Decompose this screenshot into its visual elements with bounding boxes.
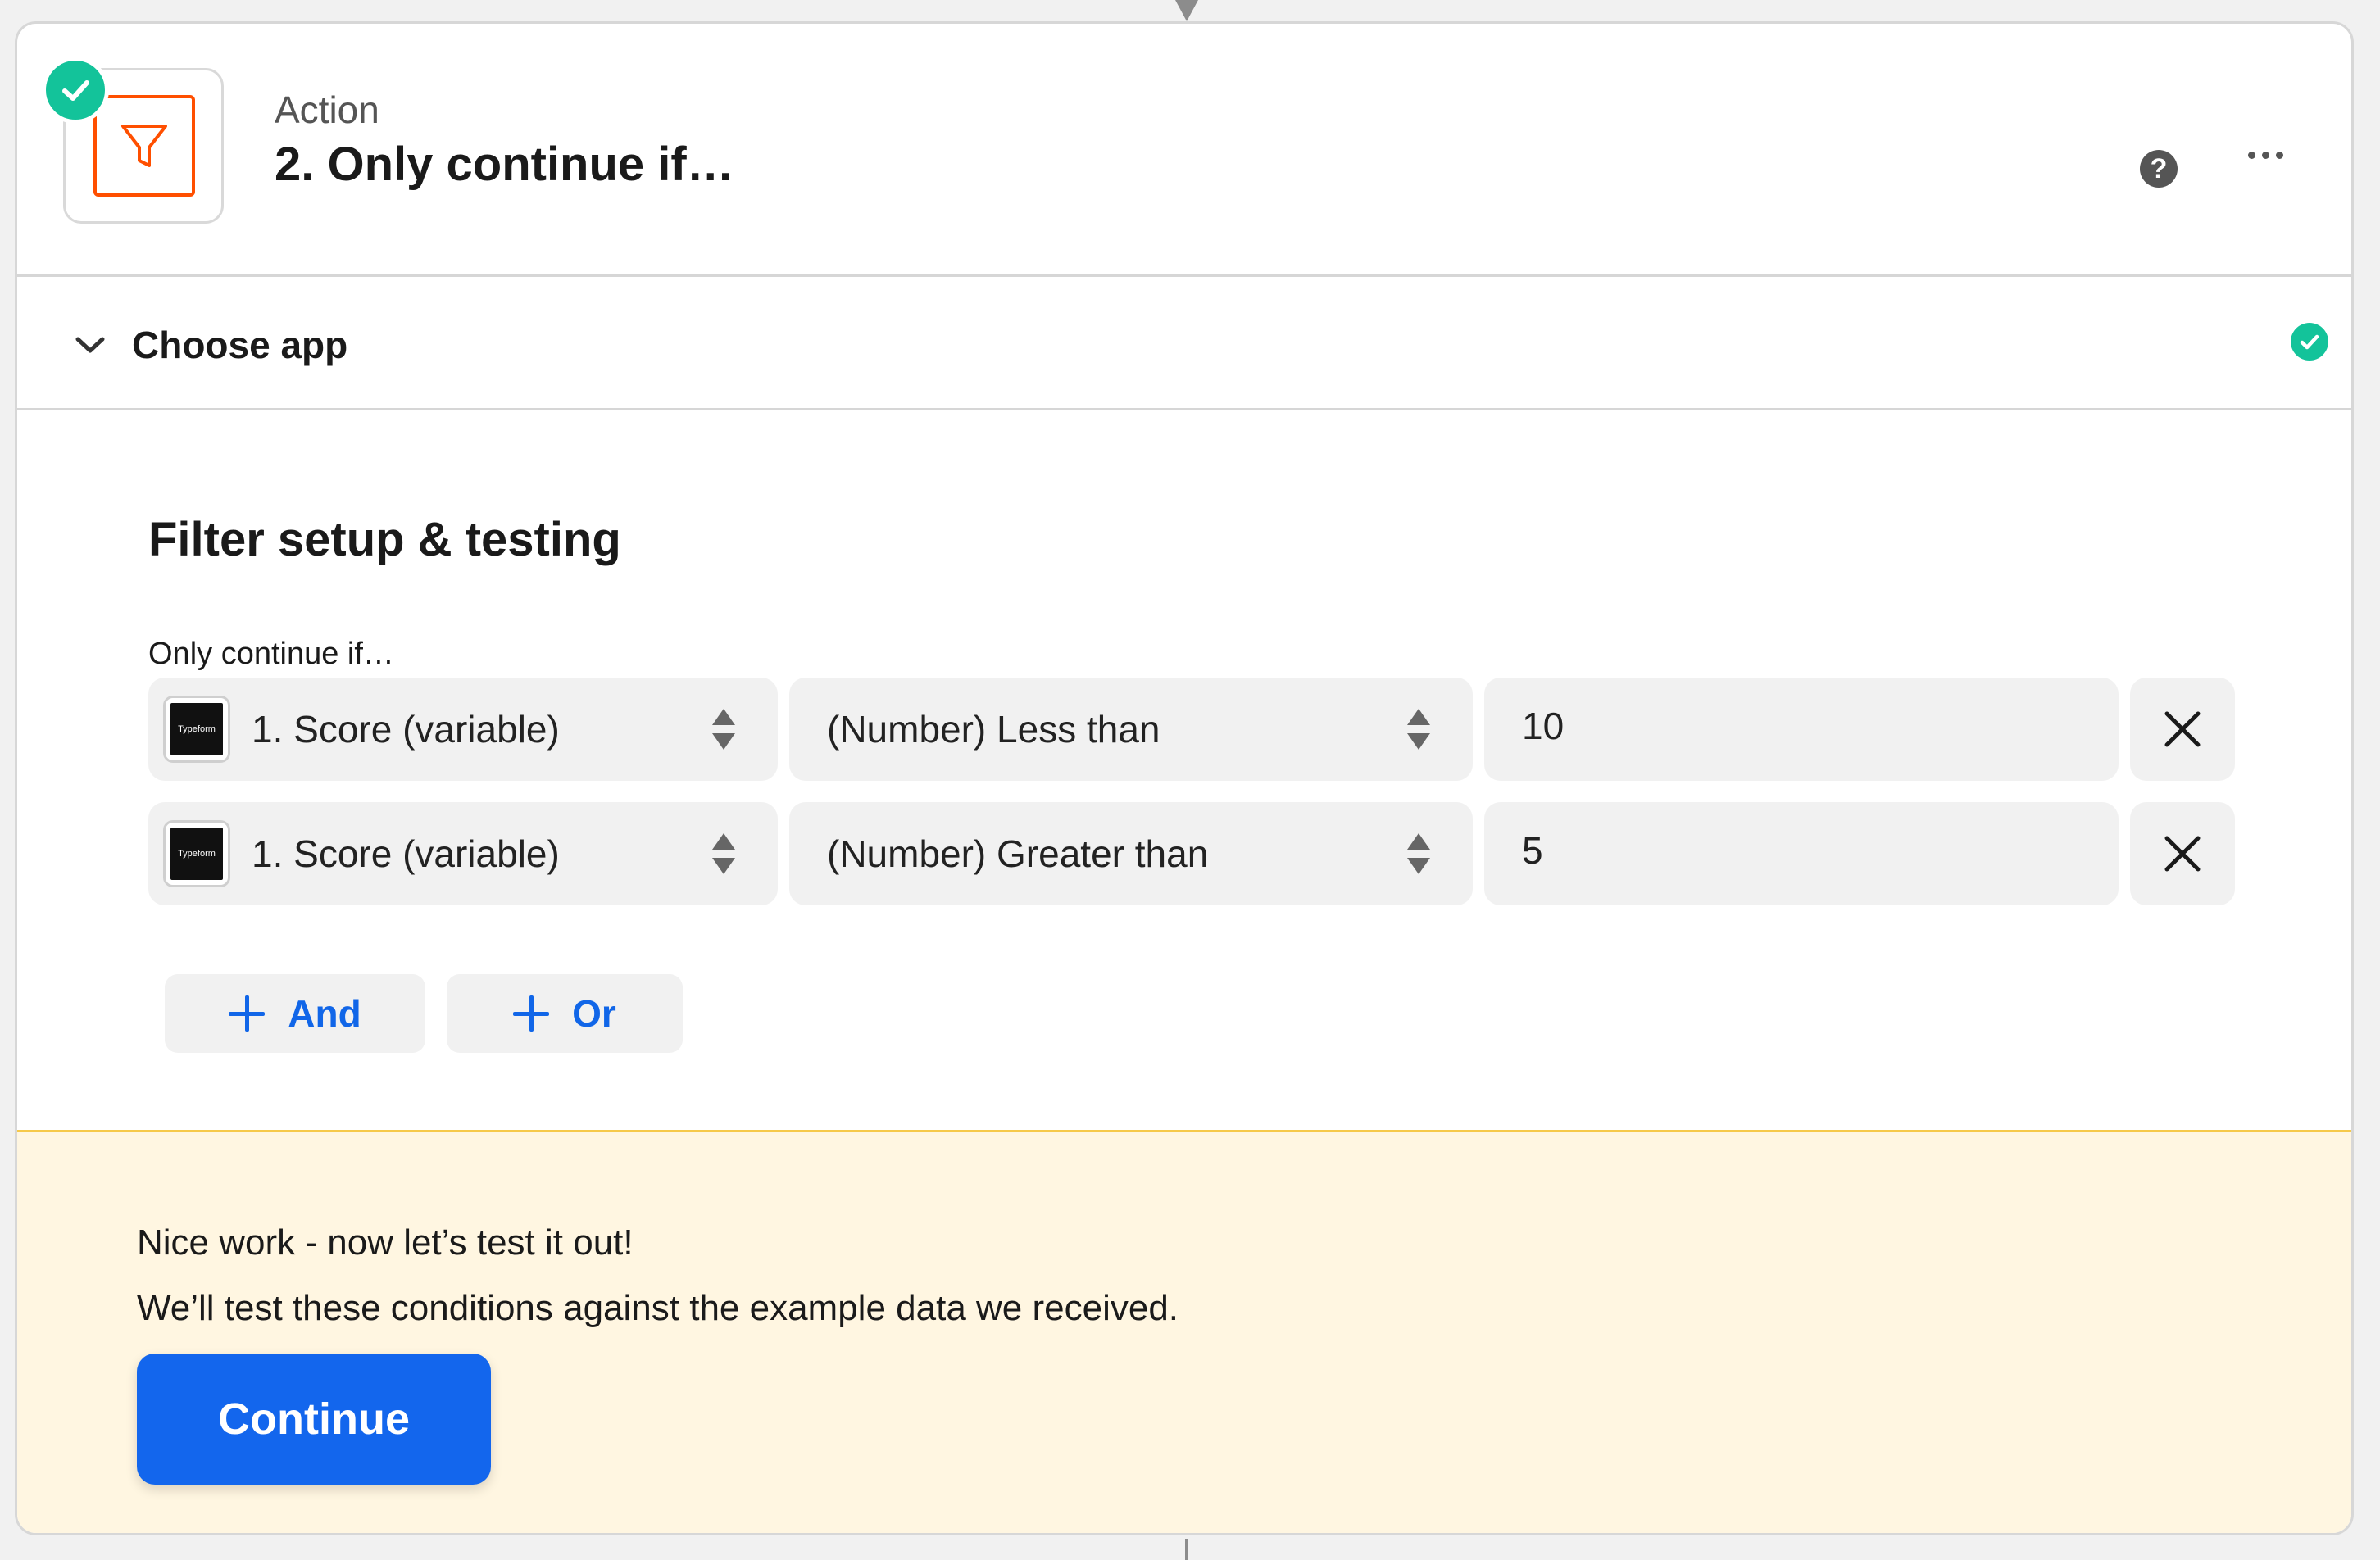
select-stepper-icon [712,709,735,751]
flow-connector-line [1185,1539,1188,1560]
typeform-app-icon: Typeform [163,696,230,763]
condition-value-text: 10 [1522,705,1565,747]
choose-app-label: Choose app [132,324,348,366]
filter-condition-label: Only continue if… [148,637,394,671]
chevron-down-icon[interactable] [73,328,107,362]
add-or-label: Or [572,992,616,1035]
help-icon[interactable]: ? [2140,150,2178,188]
typeform-app-icon: Typeform [163,820,230,887]
select-stepper-icon [1407,709,1430,751]
condition-operator-value: (Number) Less than [827,708,1160,751]
select-stepper-icon [712,833,735,876]
filter-funnel-icon [93,95,195,197]
test-prompt-panel: Nice work - now let’s test it out! We’ll… [17,1130,2351,1533]
test-prompt-description: We’ll test these conditions against the … [137,1288,1179,1328]
choose-app-complete-icon [2291,323,2328,361]
condition-field-select[interactable]: Typeform 1. Score (variable) [148,678,778,781]
step-header[interactable]: Action 2. Only continue if… ? [17,24,2351,277]
choose-app-section[interactable]: Choose app [17,277,2351,410]
condition-field-value: 1. Score (variable) [252,832,560,875]
more-options-icon[interactable] [2248,147,2289,163]
condition-field-value: 1. Score (variable) [252,708,560,751]
condition-operator-select[interactable]: (Number) Less than [789,678,1473,781]
remove-condition-button[interactable] [2130,802,2235,905]
test-prompt-heading: Nice work - now let’s test it out! [137,1222,634,1263]
condition-value-text: 5 [1522,829,1543,872]
filter-step-card: Action 2. Only continue if… ? Choose app… [15,21,2354,1535]
step-title: 2. Only continue if… [275,138,734,191]
filter-condition-row: Typeform 1. Score (variable) (Number) Le… [148,678,2240,781]
close-icon [2164,836,2201,872]
add-and-condition-button[interactable]: And [165,974,425,1053]
condition-operator-value: (Number) Greater than [827,832,1209,875]
step-complete-check-icon [42,57,109,124]
add-and-label: And [288,992,361,1035]
step-kind-label: Action [275,88,379,131]
add-or-condition-button[interactable]: Or [447,974,683,1053]
condition-value-input[interactable]: 10 [1484,678,2119,781]
plus-icon [513,995,550,1032]
filter-section-title: Filter setup & testing [148,513,621,566]
select-stepper-icon [1407,833,1430,876]
condition-field-select[interactable]: Typeform 1. Score (variable) [148,802,778,905]
plus-icon [229,995,266,1032]
condition-operator-select[interactable]: (Number) Greater than [789,802,1473,905]
remove-condition-button[interactable] [2130,678,2235,781]
filter-condition-row: Typeform 1. Score (variable) (Number) Gr… [148,802,2240,905]
close-icon [2164,711,2201,747]
continue-button[interactable]: Continue [137,1354,491,1485]
flow-connector-arrow [1175,0,1198,21]
condition-value-input[interactable]: 5 [1484,802,2119,905]
